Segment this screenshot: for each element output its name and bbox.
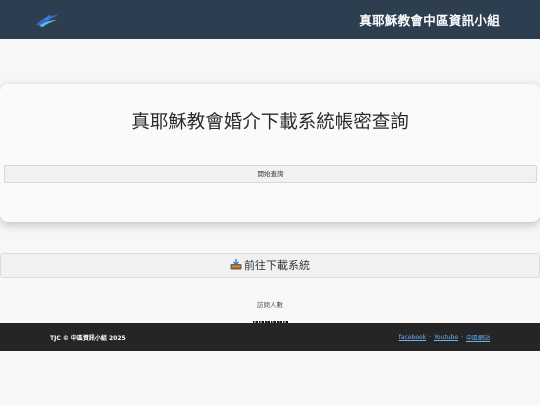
- facebook-link[interactable]: facebook: [399, 334, 426, 341]
- go-to-download-button[interactable]: 前往下載系統: [0, 253, 540, 278]
- start-query-button[interactable]: 開始查詢: [4, 165, 537, 183]
- copyright-text: TJC © 中區資訊小組 2025: [50, 334, 126, 342]
- link-separator: ·: [461, 333, 463, 341]
- go-to-download-label: 前往下載系統: [244, 259, 310, 272]
- top-header: 真耶穌教會中區資訊小組: [0, 0, 540, 39]
- visitor-label: 訪問人數: [257, 301, 283, 309]
- inbox-tray-icon: [230, 255, 242, 278]
- dove-logo-icon[interactable]: [34, 12, 60, 28]
- query-card: 真耶穌教會婚介下載系統帳密查詢 開始查詢: [0, 84, 540, 222]
- youtube-link[interactable]: Youtube: [434, 334, 458, 341]
- page-footer: TJC © 中區資訊小組 2025 facebook · Youtube · 中…: [0, 323, 540, 351]
- footer-links: facebook · Youtube · 中區網站: [399, 333, 490, 342]
- site-title: 真耶穌教會中區資訊小組: [359, 13, 500, 28]
- link-separator: ·: [429, 333, 432, 341]
- central-site-link[interactable]: 中區網站: [466, 333, 490, 342]
- page-title: 真耶穌教會婚介下載系統帳密查詢: [131, 112, 409, 133]
